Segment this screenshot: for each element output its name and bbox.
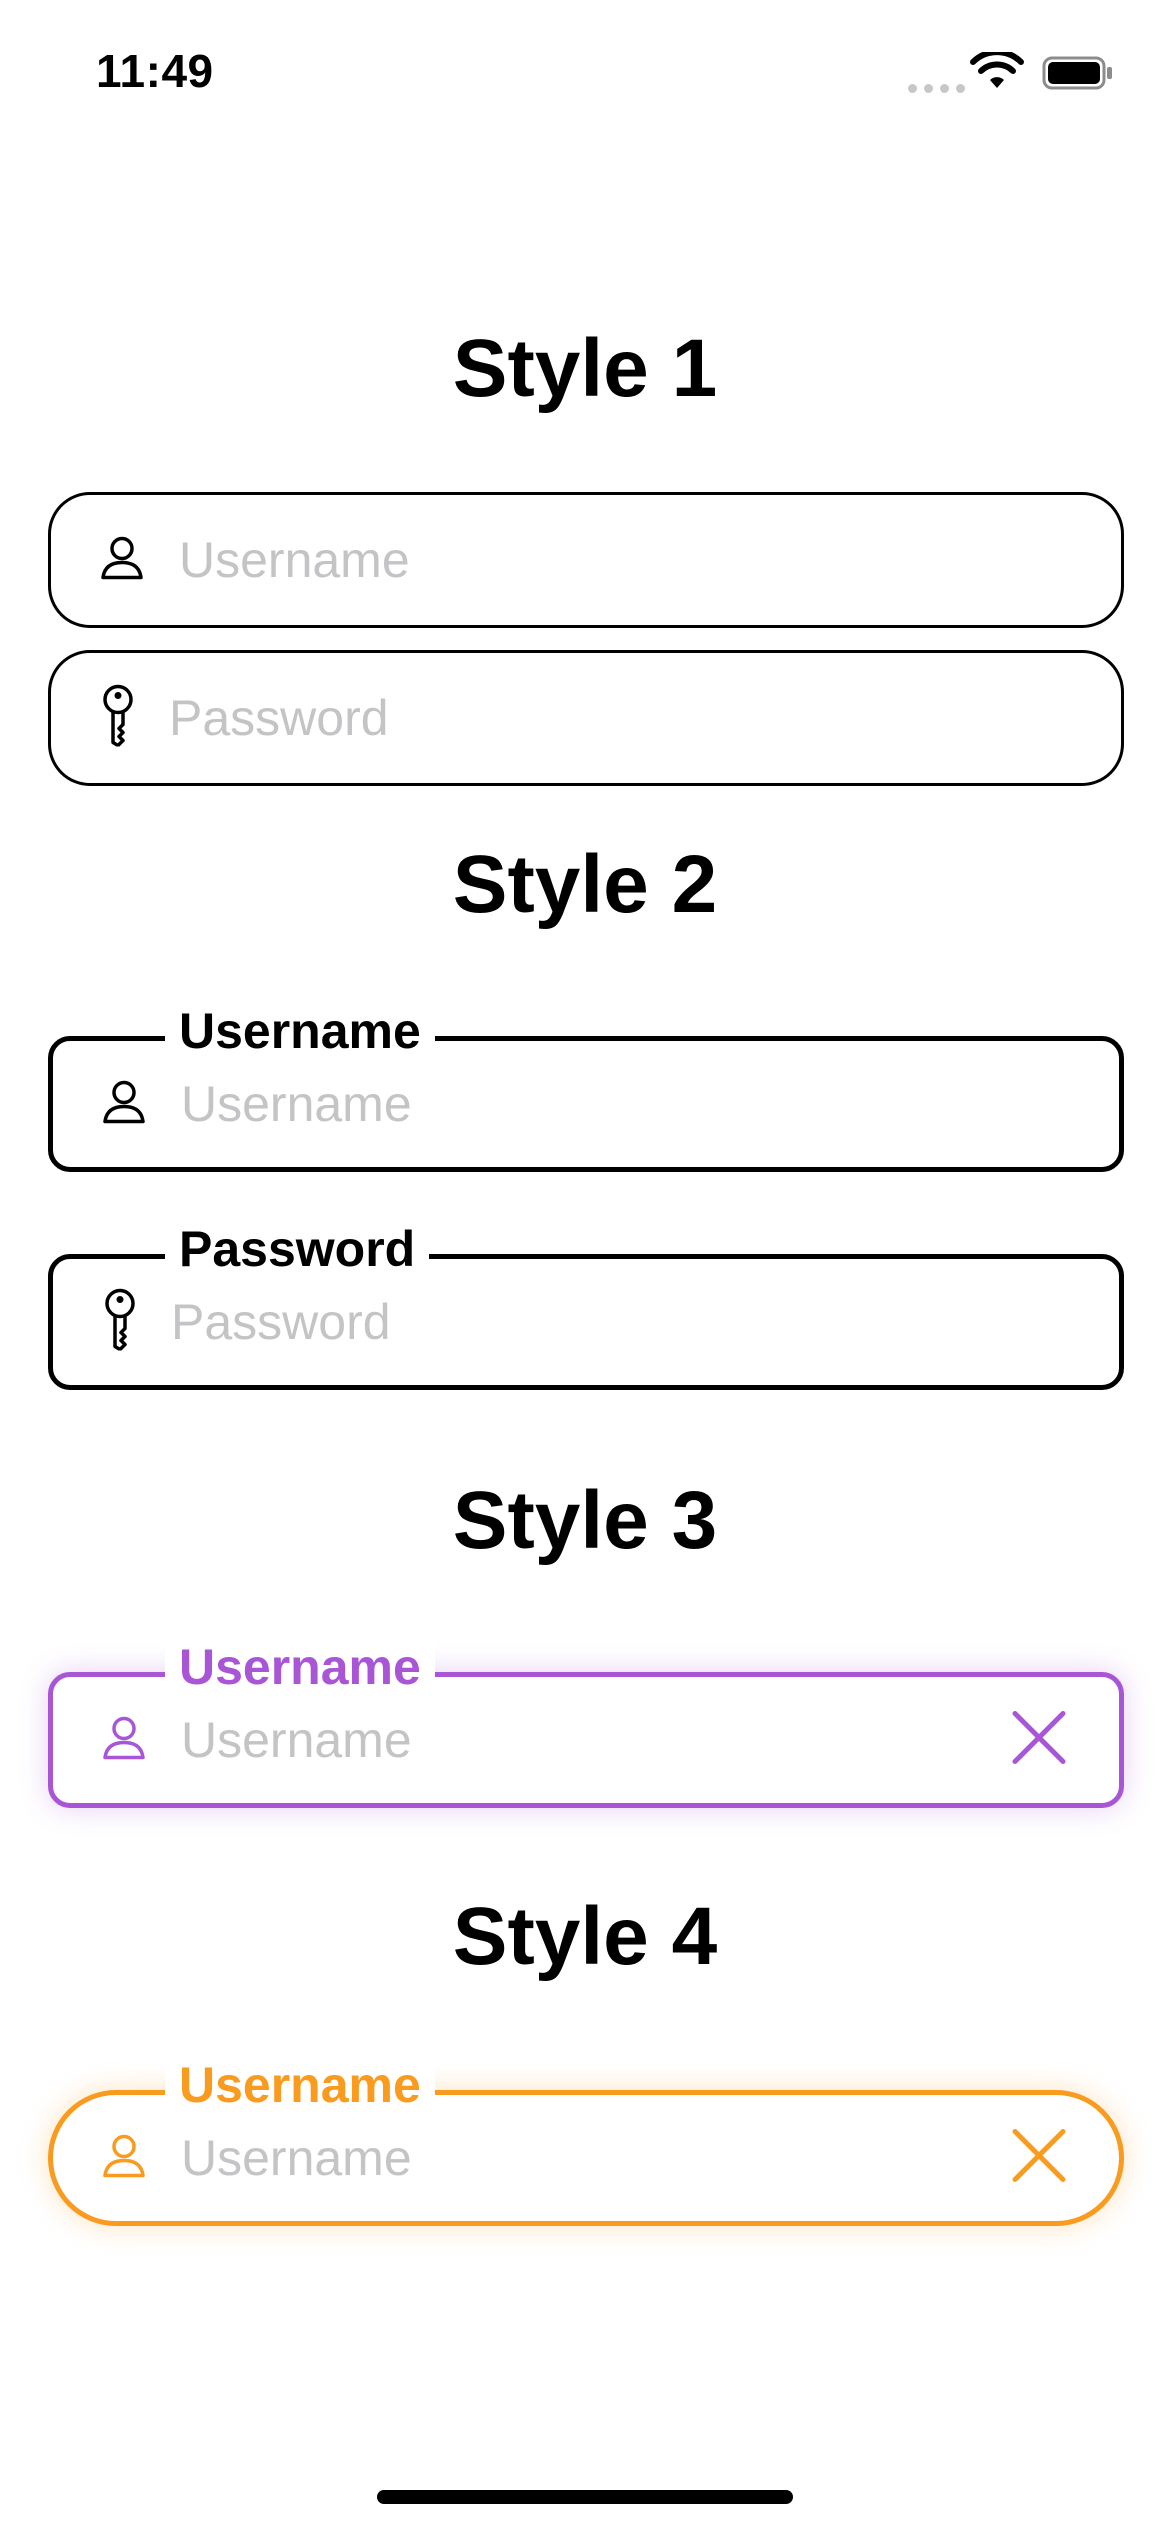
password-placeholder: Password (171, 1294, 391, 1350)
close-icon[interactable] (1011, 1710, 1067, 1771)
section-title-style-3: Style 3 (452, 1475, 718, 1566)
section-title-style-1: Style 1 (452, 323, 718, 414)
key-icon (103, 1288, 137, 1356)
username-field-style-2[interactable]: Username Username (48, 1001, 1124, 1172)
username-field-label: Username (165, 1001, 435, 1061)
key-icon (101, 684, 135, 752)
password-field-style-1[interactable]: Password (48, 650, 1124, 786)
username-placeholder: Username (179, 532, 410, 588)
username-field-style-4[interactable]: Username Username (48, 2055, 1124, 2226)
person-icon (101, 1715, 147, 1766)
close-icon[interactable] (1011, 2128, 1067, 2189)
person-icon (99, 535, 145, 586)
username-field-label: Username (165, 2055, 435, 2115)
username-field-label: Username (165, 1637, 435, 1697)
person-icon (101, 1079, 147, 1130)
username-placeholder: Username (181, 1076, 412, 1132)
person-icon (101, 2133, 147, 2184)
wifi-icon (970, 49, 1024, 97)
home-indicator[interactable] (377, 2490, 793, 2504)
password-field-label: Password (165, 1219, 430, 1279)
section-title-style-4: Style 4 (452, 1891, 718, 1982)
password-placeholder: Password (169, 690, 389, 746)
username-field-style-3[interactable]: Username Username (48, 1637, 1124, 1808)
password-field-style-2[interactable]: Password Password (48, 1219, 1124, 1390)
username-field-style-1[interactable]: Username (48, 492, 1124, 628)
section-title-style-2: Style 2 (452, 839, 718, 930)
battery-icon (1042, 56, 1114, 95)
status-time: 11:49 (96, 45, 214, 97)
username-placeholder: Username (181, 2130, 412, 2186)
cellular-signal-icon (908, 84, 965, 93)
username-placeholder: Username (181, 1712, 412, 1768)
